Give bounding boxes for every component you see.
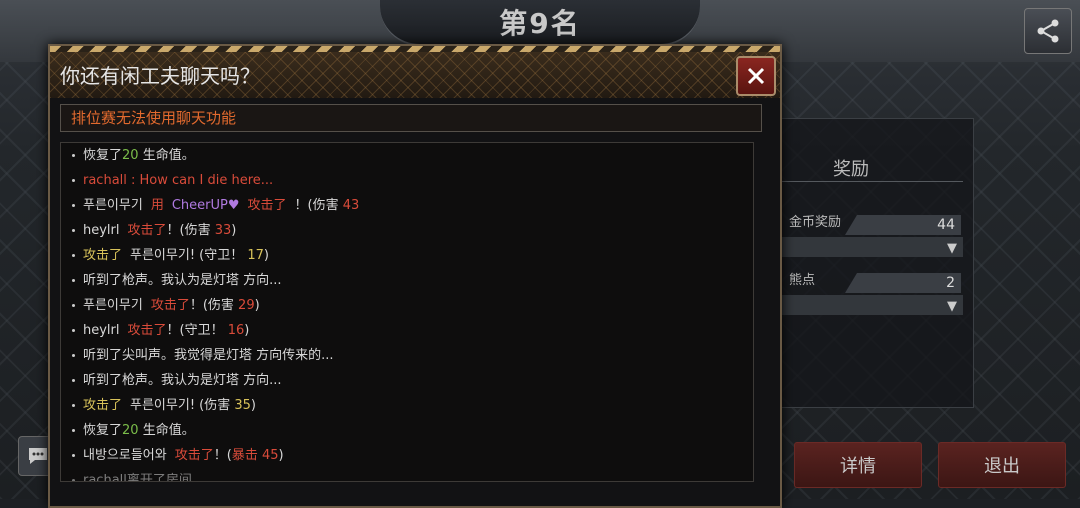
gold-reward-label: 金币奖励 bbox=[789, 215, 842, 230]
reward-panel: 奖励 金币奖励 44 情 ▼ 熊点 2 情 ▼ bbox=[752, 118, 974, 408]
log-line: 푸른이무기 用 CheerUP♥ 攻击了 ！(伤害 43 bbox=[61, 193, 753, 218]
rank-plate: 第9名 bbox=[380, 0, 700, 46]
bear-points-value: 2 bbox=[845, 273, 961, 293]
close-icon bbox=[747, 67, 765, 85]
log-line: 听到了枪声。我认为是灯塔 方向... bbox=[61, 268, 753, 293]
details-button[interactable]: 详情 bbox=[794, 442, 922, 488]
exit-button[interactable]: 退出 bbox=[938, 442, 1066, 488]
modal-title: 你还有闲工夫聊天吗？ bbox=[60, 64, 260, 88]
chat-icon bbox=[29, 448, 47, 464]
gold-reward-value: 44 bbox=[845, 215, 961, 235]
share-button[interactable] bbox=[1024, 8, 1072, 54]
log-line: 恢复了20 生命值。 bbox=[61, 418, 753, 443]
log-line: 푸른이무기 攻击了！(伤害 29) bbox=[61, 293, 753, 318]
chevron-down-icon: ▼ bbox=[947, 241, 957, 256]
log-line: 攻击了 푸른이무기! (伤害 35) bbox=[61, 393, 753, 418]
log-line: heylrl 攻击了！(守卫！ 16) bbox=[61, 318, 753, 343]
modal-header: 你还有闲工夫聊天吗？ bbox=[50, 52, 780, 98]
log-line: rachall : How can I die here... bbox=[61, 168, 753, 193]
share-icon bbox=[1037, 19, 1059, 43]
log-line: 恢复了20 生命值。 bbox=[61, 143, 753, 168]
chat-disabled-notice: 排位赛无法使用聊天功能 bbox=[60, 104, 762, 132]
log-line: 听到了尖叫声。我觉得是灯塔 方向传来的... bbox=[61, 343, 753, 368]
log-line: heylrl 攻击了！(伤害 33) bbox=[61, 218, 753, 243]
log-line: rachall离开了房间 bbox=[61, 468, 753, 481]
bear-detail-dropdown[interactable]: 情 ▼ bbox=[753, 295, 963, 315]
bear-points-label: 熊点 bbox=[789, 273, 816, 288]
chat-log[interactable]: 恢复了20 生命值。 rachall : How can I die here.… bbox=[60, 142, 754, 482]
close-button[interactable] bbox=[736, 56, 776, 96]
reward-title: 奖励 bbox=[833, 159, 869, 180]
log-line: 攻击了 푸른이무기! (守卫！ 17) bbox=[61, 243, 753, 268]
chevron-down-icon: ▼ bbox=[947, 299, 957, 314]
gold-detail-dropdown[interactable]: 情 ▼ bbox=[753, 237, 963, 257]
log-line: 听到了枪声。我认为是灯塔 方向... bbox=[61, 368, 753, 393]
log-line: 내방으로들어와 攻击了！(暴击 45) bbox=[61, 443, 753, 468]
rank-text: 第9名 bbox=[499, 7, 581, 40]
divider bbox=[763, 181, 963, 182]
chat-modal: 你还有闲工夫聊天吗？ 排位赛无法使用聊天功能 恢复了20 生命值。 rachal… bbox=[48, 44, 782, 508]
